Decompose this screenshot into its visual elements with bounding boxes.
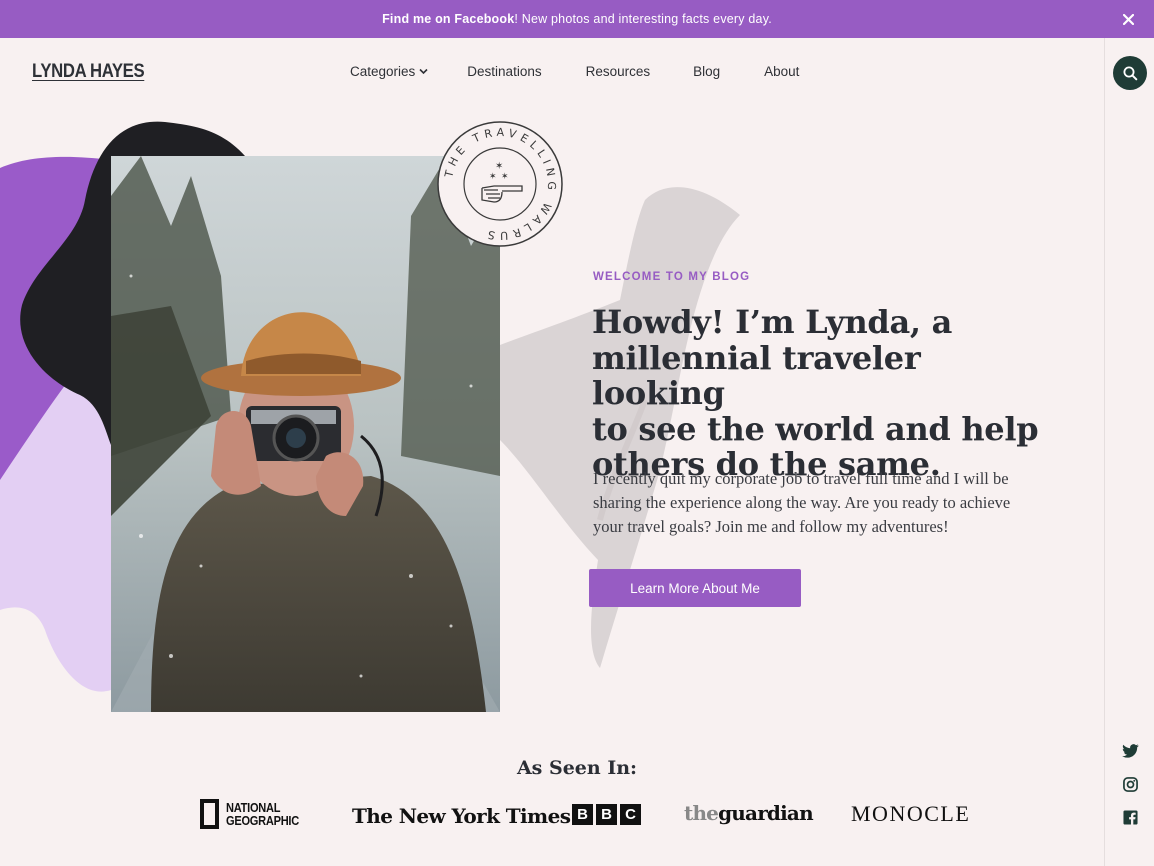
- bbc-letter: C: [620, 803, 641, 825]
- instagram-icon[interactable]: [1121, 775, 1139, 793]
- nyt-logo: The New York Times: [352, 804, 571, 828]
- svg-text:✶: ✶: [495, 161, 503, 172]
- headline-line: millennial traveler looking: [592, 338, 921, 412]
- travelling-walrus-badge: THE TRAVELLING WALRUS ✶ ✶ ✶: [436, 120, 564, 248]
- monocle-logo: MONOCLE: [851, 801, 971, 826]
- natgeo-line: GEOGRAPHIC: [226, 813, 299, 828]
- svg-text:✶: ✶: [489, 172, 497, 182]
- announcement-message: ! New photos and interesting facts every…: [514, 12, 772, 26]
- guardian-the: the: [684, 801, 719, 825]
- twitter-icon[interactable]: [1121, 742, 1139, 760]
- bbc-letter: B: [572, 803, 593, 825]
- sidebar-divider: [1104, 38, 1105, 866]
- site-logo[interactable]: LYNDA HAYES: [32, 61, 145, 83]
- welcome-eyebrow: WELCOME TO MY BLOG: [593, 271, 751, 283]
- announcement-link[interactable]: Find me on Facebook: [382, 12, 514, 26]
- main-nav: Categories Destinations Resources Blog A…: [350, 64, 799, 79]
- announcement-text[interactable]: Find me on Facebook! New photos and inte…: [382, 12, 772, 26]
- nav-categories-label: Categories: [350, 64, 416, 79]
- hero-intro: I recently quit my corporate job to trav…: [593, 469, 1011, 536]
- learn-more-button[interactable]: Learn More About Me: [589, 569, 801, 607]
- national-geographic-logo: NATIONAL GEOGRAPHIC: [200, 795, 312, 833]
- nav-categories[interactable]: Categories: [350, 64, 428, 79]
- nav-blog[interactable]: Blog: [693, 64, 720, 79]
- hero-headline: Howdy! I’m Lynda, a millennial traveler …: [592, 303, 1052, 483]
- nav-destinations[interactable]: Destinations: [467, 64, 541, 79]
- headline-line: Howdy! I’m Lynda, a: [592, 303, 953, 341]
- search-button[interactable]: [1113, 56, 1147, 90]
- nav-resources[interactable]: Resources: [586, 64, 651, 79]
- chevron-down-icon: [419, 68, 428, 75]
- nav-about[interactable]: About: [764, 64, 799, 79]
- guardian-logo: the guardian: [684, 794, 814, 832]
- as-seen-in-title: As Seen In:: [516, 757, 638, 779]
- bbc-logo: B B C: [572, 795, 641, 833]
- announcement-bar: Find me on Facebook! New photos and inte…: [0, 0, 1154, 38]
- facebook-icon[interactable]: [1121, 808, 1139, 826]
- close-icon[interactable]: [1118, 9, 1138, 29]
- guardian-word: guardian: [718, 801, 814, 825]
- svg-text:✶: ✶: [501, 172, 509, 182]
- bbc-letter: B: [596, 803, 617, 825]
- natgeo-frame-icon: [200, 799, 219, 829]
- search-icon: [1123, 66, 1137, 80]
- headline-line: to see the world and help: [592, 409, 1039, 448]
